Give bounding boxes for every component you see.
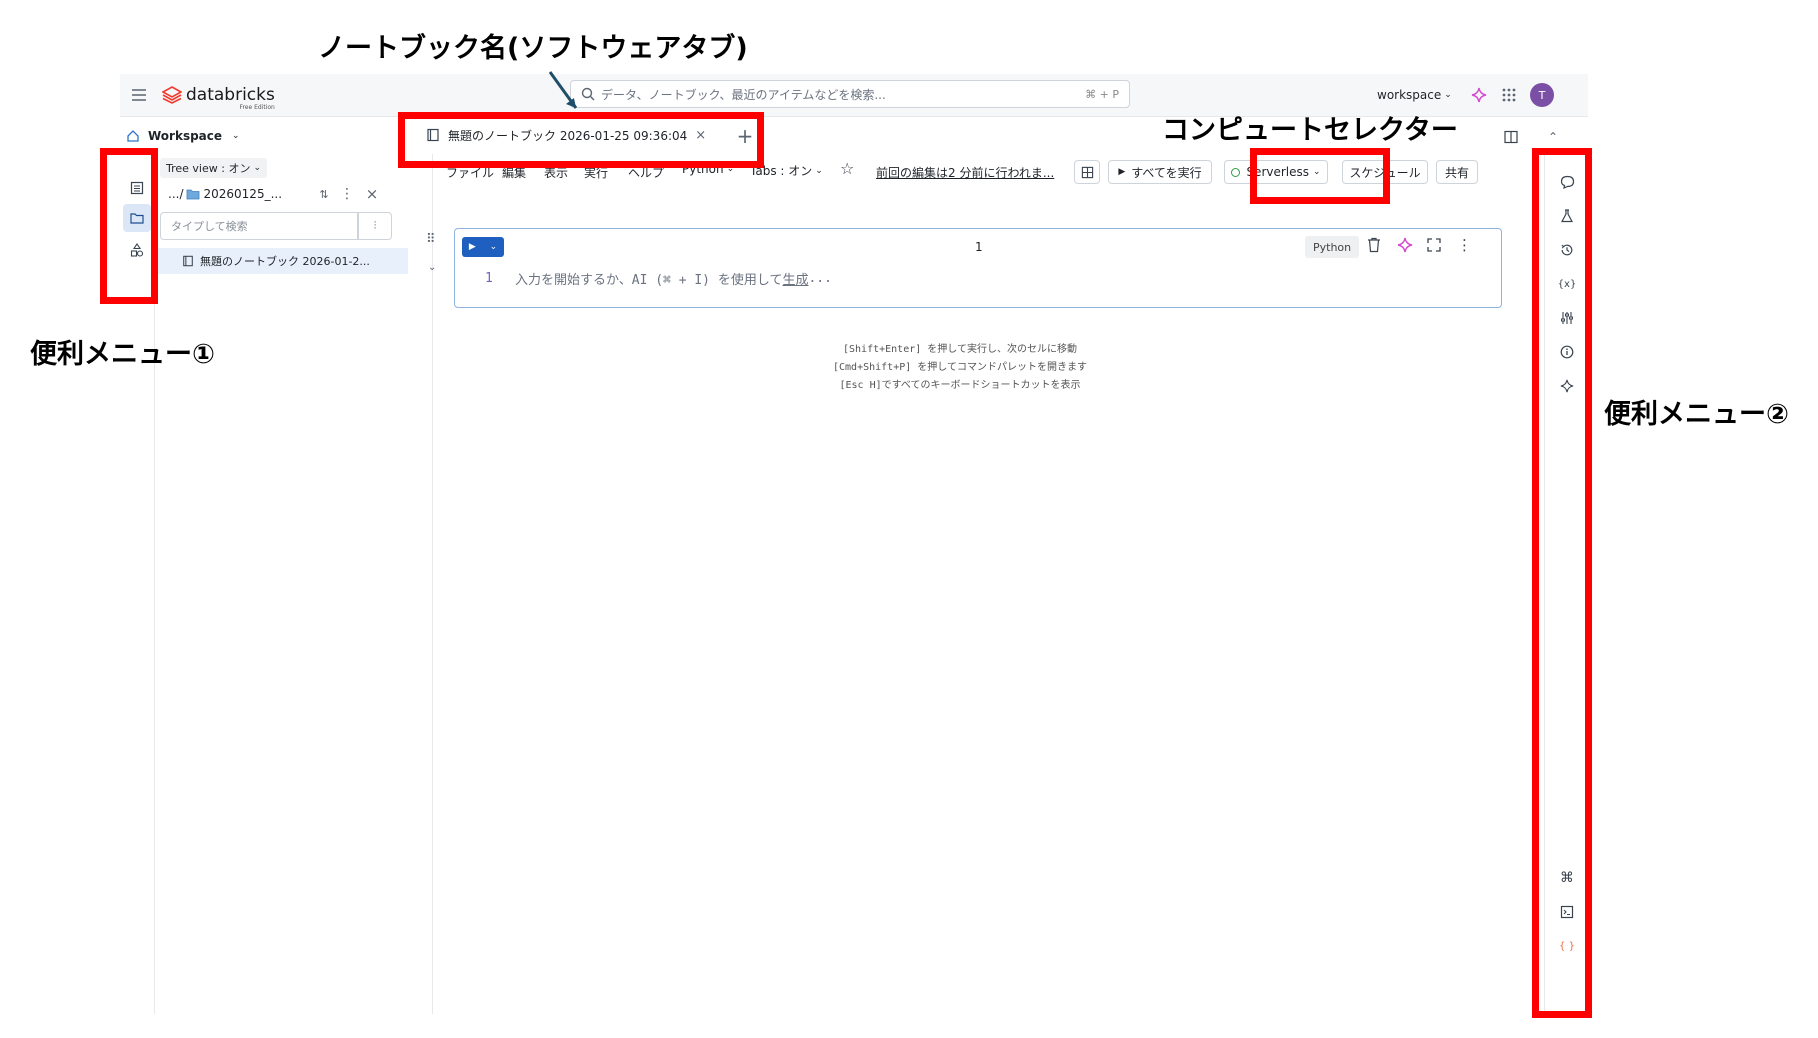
drag-handle-icon[interactable]: ⠿ xyxy=(426,232,436,247)
play-icon: ▶ xyxy=(1118,167,1126,177)
delete-trash-icon[interactable] xyxy=(1367,237,1381,257)
workspace-switcher[interactable]: workspace ⌄ xyxy=(1377,84,1452,106)
logo-text: databricks xyxy=(186,85,275,105)
logo-edition: Free Edition xyxy=(239,104,275,111)
more-vertical-icon[interactable]: ⋮ xyxy=(1457,236,1472,254)
cell-language-label: Python xyxy=(1313,240,1352,254)
workspace-label: Workspace xyxy=(148,129,223,143)
keyboard-hint: [Cmd+Shift+P] を押してコマンドパレットを開きます xyxy=(833,362,1087,373)
last-edit-link[interactable]: 前回の編集は2 分前に行われま... xyxy=(876,164,1054,181)
file-list-item[interactable]: 無題のノートブック 2026-01-2... xyxy=(158,248,408,274)
sidebar-search-placeholder: タイプして検索 xyxy=(171,220,248,233)
highlight-compute-selector xyxy=(1250,148,1390,204)
keyboard-hint: [Esc H]ですべてのキーボードショートカットを表示 xyxy=(839,380,1081,391)
filter-sliders-icon[interactable]: ⫶ xyxy=(358,212,392,240)
keyboard-hint: [Shift+Enter] を押して実行し、次のセルに移動 xyxy=(843,344,1077,355)
run-cell-button[interactable]: ▶ ⌄ xyxy=(462,237,504,257)
run-all-label: すべてを実行 xyxy=(1131,165,1202,180)
path-prefix: .../ xyxy=(168,187,184,201)
more-vertical-icon[interactable]: ⋮ xyxy=(339,184,355,204)
avatar-letter: T xyxy=(1538,88,1546,102)
databricks-logo-icon xyxy=(162,86,182,104)
annotation-compute-selector: コンピュートセレクター xyxy=(1162,115,1458,146)
hamburger-menu-icon[interactable] xyxy=(128,84,150,106)
star-icon[interactable]: ☆ xyxy=(840,159,854,178)
generate-link[interactable]: 生成 xyxy=(782,269,808,288)
app-window: databricks Free Edition データ、ノートブック、最近のアイ… xyxy=(120,74,1588,1014)
folder-icon xyxy=(186,189,199,199)
sort-icon[interactable]: ⇅ xyxy=(314,184,334,204)
layout-grid-button[interactable] xyxy=(1074,160,1100,184)
highlight-right-menu xyxy=(1532,148,1592,1018)
folder-name: 20260125_... xyxy=(203,187,283,201)
workspace-label: workspace xyxy=(1377,88,1442,102)
cell-language-badge[interactable]: Python xyxy=(1305,236,1360,258)
ai-assistant-icon[interactable] xyxy=(1397,237,1413,257)
run-all-button[interactable]: ▶ すべてを実行 xyxy=(1108,160,1212,184)
compute-status-icon xyxy=(1231,167,1241,177)
highlight-left-menu xyxy=(100,148,158,304)
highlight-notebook-tab xyxy=(398,112,764,168)
chevron-down-icon: ⌄ xyxy=(1444,90,1452,100)
search-shortcut: ⌘ + P xyxy=(1085,87,1119,101)
chevron-down-icon: ⌄ xyxy=(489,242,498,252)
file-browser-sidebar: Tree view : オン ⌄ .../ 20260125_... ⇅ ⋮ ×… xyxy=(154,154,433,1014)
editor-placeholder: 入力を開始するか、AI (⌘ + I) を使用して xyxy=(515,272,783,288)
sidebar-search-input[interactable]: タイプして検索 xyxy=(160,212,358,240)
folder-path[interactable]: .../ 20260125_... xyxy=(168,184,282,204)
user-avatar[interactable]: T xyxy=(1530,83,1554,107)
file-name: 無題のノートブック 2026-01-2... xyxy=(200,255,370,268)
annotation-notebook-name: ノートブック名(ソフトウェアタブ) xyxy=(318,33,748,64)
share-label: 共有 xyxy=(1444,165,1469,180)
notebook-icon xyxy=(183,255,193,267)
chevron-down-icon: ⌄ xyxy=(232,131,240,141)
layout-grid-icon xyxy=(1081,166,1093,178)
workspace-breadcrumb[interactable]: Workspace ⌄ xyxy=(126,126,240,146)
chevron-down-icon: ⌄ xyxy=(815,165,823,176)
tree-view-toggle[interactable]: Tree view : オン ⌄ xyxy=(160,158,267,178)
collapse-up-icon[interactable]: ⌃ xyxy=(1542,126,1564,148)
annotation-arrow xyxy=(548,71,578,109)
play-icon: ▶ xyxy=(468,242,476,252)
apps-grid-icon[interactable] xyxy=(1498,84,1520,106)
assistant-sparkle-icon[interactable] xyxy=(1468,84,1490,106)
databricks-logo[interactable]: databricks Free Edition xyxy=(162,82,275,111)
cell-editor[interactable]: 1 入力を開始するか、AI (⌘ + I) を使用して 生成 ... xyxy=(485,267,1385,289)
cell-number: 1 xyxy=(975,240,983,254)
split-view-icon[interactable] xyxy=(1500,126,1522,148)
share-button[interactable]: 共有 xyxy=(1436,160,1478,184)
search-placeholder: データ、ノートブック、最近のアイテムなどを検索... xyxy=(601,87,886,102)
global-search[interactable]: データ、ノートブック、最近のアイテムなどを検索... ⌘ + P xyxy=(570,80,1130,108)
chevron-down-icon: ⌄ xyxy=(253,163,261,173)
annotation-menu-1: 便利メニュー① xyxy=(30,339,215,370)
fullscreen-icon[interactable] xyxy=(1427,237,1441,256)
code-cell[interactable]: ▶ ⌄ 1 Python ⋮ 1 入力を開始するか、AI (⌘ + I) を使用… xyxy=(454,228,1502,308)
annotation-menu-2: 便利メニュー② xyxy=(1604,399,1789,430)
collapse-cell-chevron-icon[interactable]: ⌄ xyxy=(428,262,436,273)
tree-view-label: Tree view : オン xyxy=(166,162,251,175)
home-icon xyxy=(127,130,139,142)
line-number: 1 xyxy=(485,270,493,286)
editor-placeholder-ellipsis: ... xyxy=(808,270,832,286)
close-icon[interactable]: × xyxy=(362,184,382,204)
